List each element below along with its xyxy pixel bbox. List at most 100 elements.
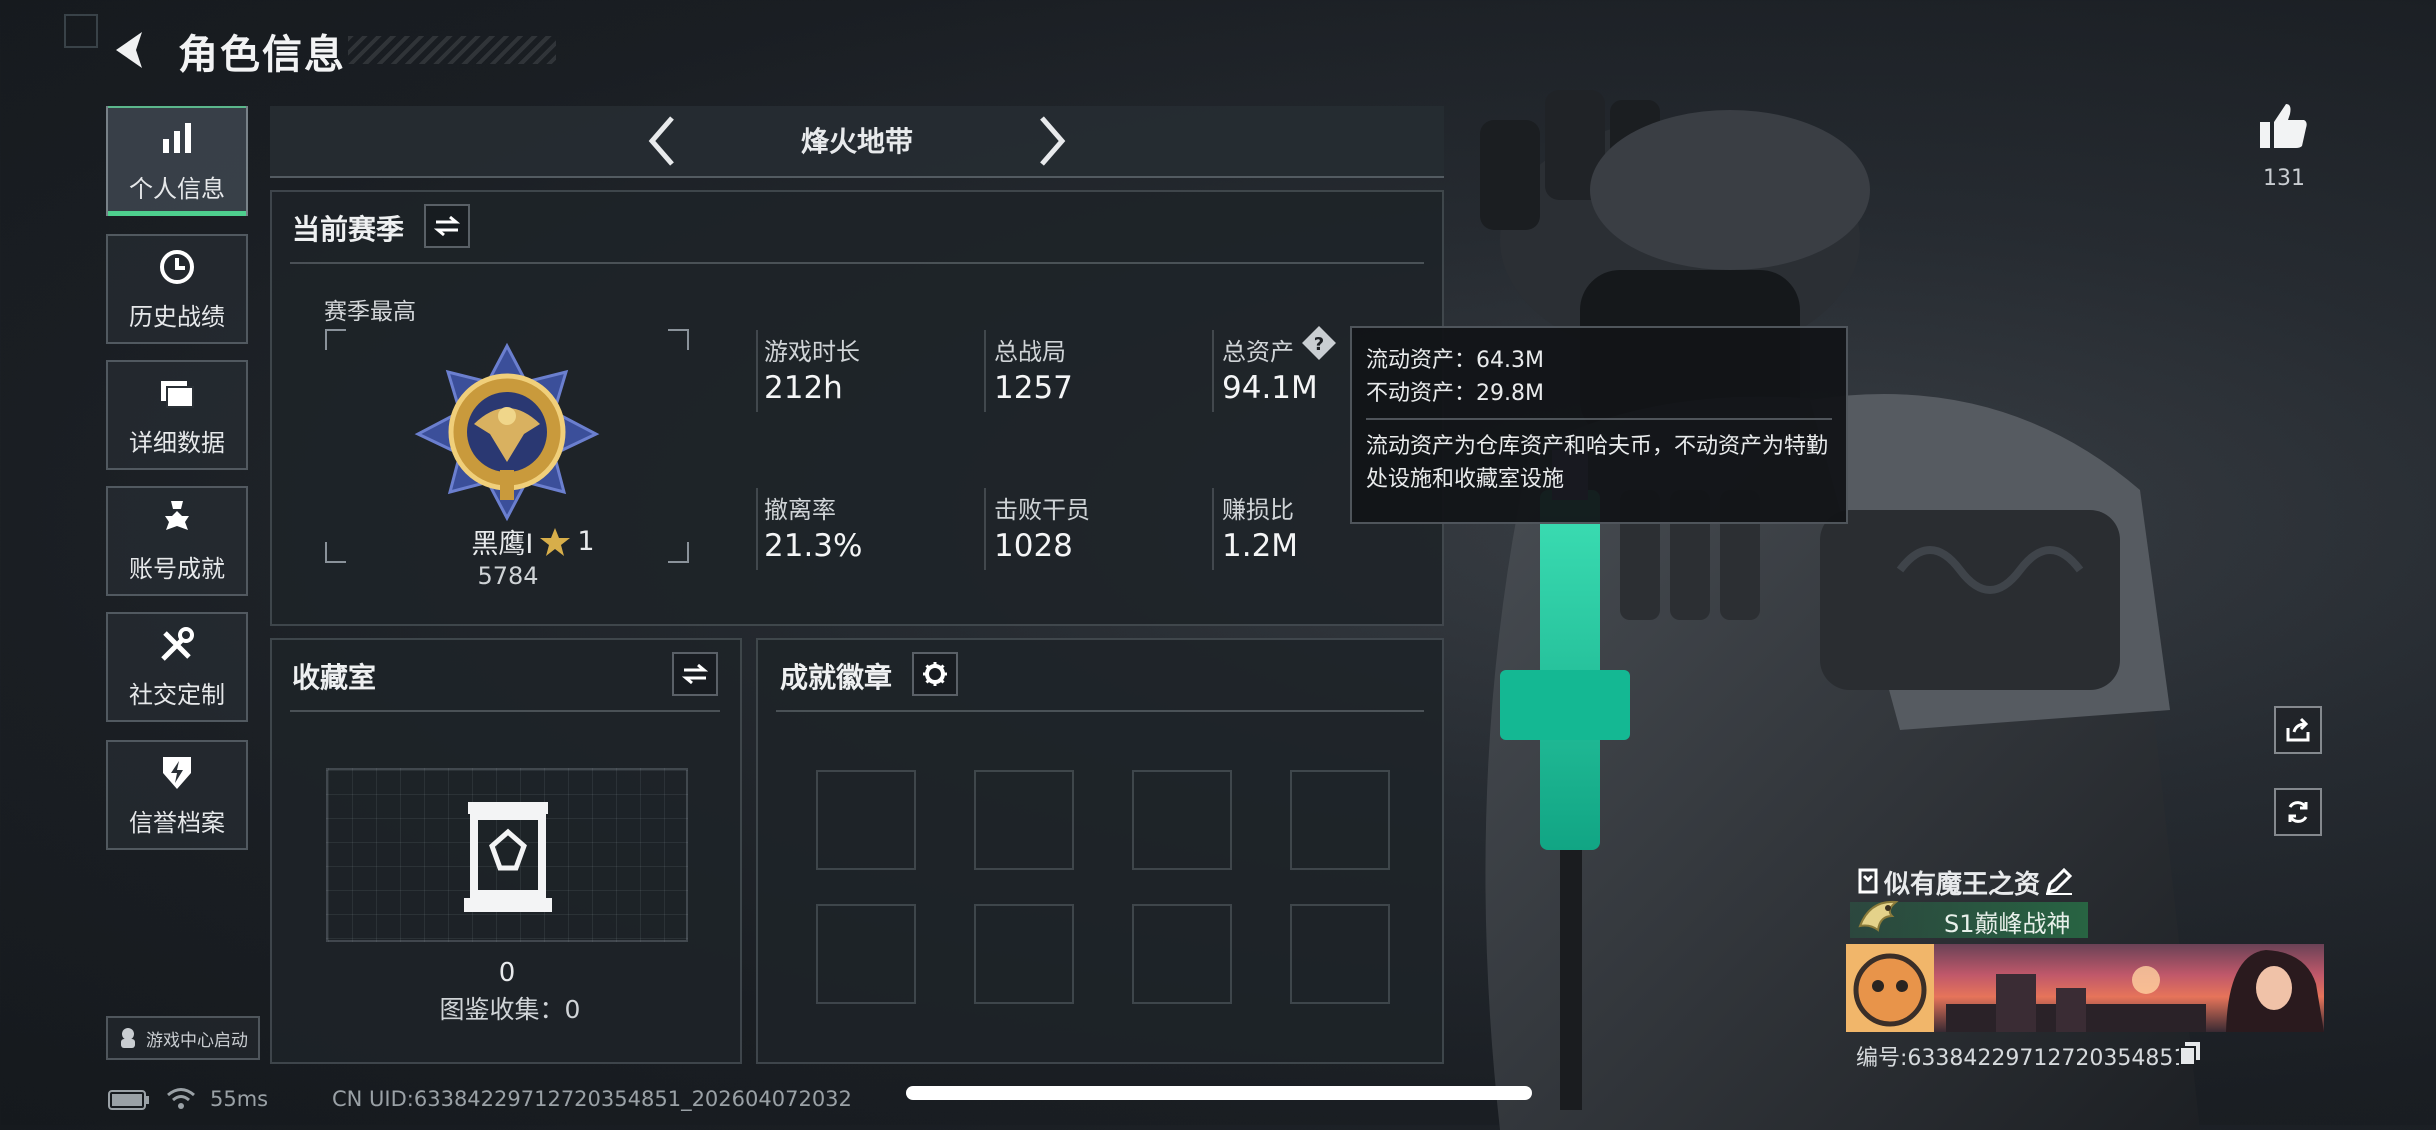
sidebar-item-reputation[interactable]: 信誉档案 [106, 740, 248, 850]
collection-count: 0 [498, 958, 516, 988]
badge-slot[interactable] [1132, 904, 1232, 1004]
badge-slot[interactable] [1290, 770, 1390, 870]
catalog-collection: 图鉴收集：0 [439, 995, 581, 1024]
badge-slot[interactable] [816, 770, 916, 870]
stat-profit-ratio-value: 1.2M [1222, 528, 1299, 564]
stat-play-time-label: 游戏时长 [764, 338, 860, 366]
stat-extraction-rate-label: 撤离率 [764, 496, 836, 524]
stat-separator [1212, 330, 1214, 412]
divider [776, 710, 1424, 712]
bar-chart-icon [163, 122, 191, 153]
badge-slot[interactable] [974, 770, 1074, 870]
display-case-icon [464, 802, 552, 912]
stat-kills-label: 击败干员 [994, 496, 1090, 524]
achievements-panel-title: 成就徽章 [780, 661, 893, 694]
edit-pencil-icon[interactable] [2044, 866, 2074, 896]
banner-art [1846, 944, 2324, 1032]
swap-arrows-icon [682, 663, 708, 685]
refresh-button[interactable] [2274, 788, 2322, 836]
rank-name: 黑鹰I [471, 529, 534, 560]
svg-text:?: ? [1314, 334, 1324, 355]
copy-icon[interactable] [2178, 1040, 2202, 1066]
divider [290, 262, 1424, 264]
likes-count: 131 [2263, 166, 2305, 191]
game-center-launch-button[interactable]: 游戏中心启动 [106, 1016, 260, 1060]
mode-title: 烽火地带 [800, 125, 913, 158]
stat-play-time-value: 212h [764, 370, 843, 406]
refresh-icon [2288, 801, 2308, 823]
tooltip-divider [1366, 418, 1832, 420]
badge-slot[interactable] [1132, 770, 1232, 870]
assets-tooltip: 流动资产：64.3M 不动资产：29.8M 流动资产为仓库资产和哈夫币，不动资产… [1350, 326, 1848, 524]
sidebar-item-detailed-data[interactable]: 详细数据 [106, 360, 248, 470]
player-banner[interactable] [1846, 944, 2324, 1032]
share-icon [2286, 717, 2310, 742]
sidebar-item-personal-info[interactable]: 个人信息 [106, 106, 248, 216]
card-icon [1858, 868, 1878, 894]
battery-icon [108, 1090, 149, 1110]
launch-label: 游戏中心启动 [146, 1030, 248, 1051]
uid-readout: CN UID:63384229712720354851_202604072032 [332, 1087, 852, 1111]
gear-icon [923, 662, 947, 686]
badge-slot[interactable] [816, 904, 916, 1004]
switch-season-button[interactable] [424, 204, 470, 248]
stat-total-assets-label: 总资产 [1222, 338, 1294, 366]
stat-separator [756, 330, 758, 412]
title-decoration [348, 36, 556, 64]
home-indicator[interactable] [906, 1086, 1532, 1100]
collection-panel-title: 收藏室 [292, 661, 377, 694]
stat-profit-ratio-label: 赚损比 [1222, 496, 1294, 524]
sidebar-item-label: 历史战绩 [129, 302, 225, 331]
stat-separator [984, 488, 986, 570]
tooltip-description: 流动资产为仓库资产和哈夫币，不动资产为特勤处设施和收藏室设施 [1366, 434, 1829, 492]
badge-slot[interactable] [974, 904, 1074, 1004]
season-panel-title: 当前赛季 [292, 213, 405, 246]
sidebar-item-social-custom[interactable]: 社交定制 [106, 612, 248, 722]
ping-readout: 55ms [210, 1087, 269, 1111]
stat-separator [756, 488, 758, 570]
badge-settings-button[interactable] [912, 652, 958, 696]
stat-extraction-rate-value: 21.3% [764, 528, 863, 564]
achievement-medal-icon [165, 500, 189, 530]
sidebar-item-label: 详细数据 [129, 428, 225, 457]
game-center-icon [121, 1028, 135, 1048]
sidebar-item-label: 信誉档案 [129, 808, 225, 837]
player-name: 似有魔王之资 [1884, 870, 2041, 900]
wifi-icon [167, 1088, 195, 1109]
badge-slot[interactable] [1290, 904, 1390, 1004]
sidebar-item-label: 社交定制 [129, 680, 225, 709]
stat-separator [984, 330, 986, 412]
reputation-badge-icon [163, 756, 191, 789]
tooltip-fixed-assets: 不动资产：29.8M [1366, 381, 1544, 406]
sidebar-item-account-achievements[interactable]: 账号成就 [106, 486, 248, 596]
star-icon [540, 527, 571, 556]
thumbs-up-icon[interactable] [2258, 100, 2310, 152]
chevron-right-icon[interactable] [1034, 114, 1070, 168]
rank-score: 5784 [477, 562, 539, 590]
switch-collection-button[interactable] [672, 652, 718, 696]
stat-total-assets-value: 94.1M [1222, 370, 1318, 406]
sidebar-item-label: 账号成就 [129, 554, 225, 583]
rank-name-row: 黑鹰I 1 [438, 522, 628, 561]
corner-decoration [64, 14, 98, 48]
back-arrow-icon[interactable] [108, 28, 152, 72]
folder-icon [161, 380, 194, 408]
rank-emblem-icon [414, 342, 600, 522]
sidebar-item-label: 个人信息 [129, 174, 225, 203]
share-button[interactable] [2274, 706, 2322, 754]
dragon-emblem-icon [1858, 900, 1899, 932]
stat-total-matches-label: 总战局 [994, 338, 1066, 366]
season-best-label: 赛季最高 [324, 299, 416, 325]
stat-kills-value: 1028 [994, 528, 1073, 564]
tooltip-liquid-assets: 流动资产：64.3M [1366, 348, 1544, 373]
help-question-icon[interactable]: ? [1300, 324, 1338, 362]
player-title-badge: S1巅峰战神 [1944, 910, 2071, 938]
tools-icon [161, 626, 194, 661]
player-id: 编号:63384229712720354851 [1856, 1046, 2188, 1071]
rank-stars: 1 [577, 526, 595, 557]
swap-arrows-icon [434, 215, 460, 237]
stat-total-matches-value: 1257 [994, 370, 1073, 406]
divider [290, 710, 720, 712]
history-clock-icon [160, 249, 194, 284]
sidebar-item-history[interactable]: 历史战绩 [106, 234, 248, 344]
